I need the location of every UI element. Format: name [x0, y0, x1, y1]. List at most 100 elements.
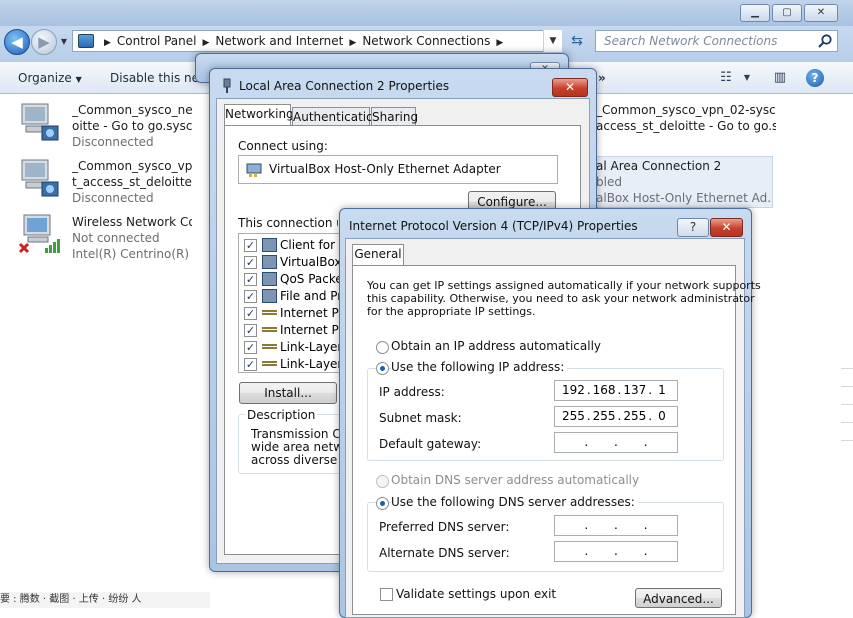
- component-row[interactable]: ✓ Link-Layer T: [244, 356, 344, 373]
- ip-octet[interactable]: 168: [593, 381, 616, 400]
- connection-name[interactable]: _Common_sysco_vpn_0: [72, 158, 192, 174]
- wireless-connection-icon[interactable]: [18, 212, 62, 256]
- network-connection-icon[interactable]: [18, 100, 62, 144]
- help-icon[interactable]: ?: [806, 69, 824, 87]
- use-following-ip-label[interactable]: Use the following IP address:: [391, 360, 568, 374]
- component-checkbox[interactable]: ✓: [244, 273, 257, 286]
- forward-button[interactable]: ▶: [31, 29, 57, 55]
- network-connection-icon[interactable]: [18, 156, 62, 200]
- component-row[interactable]: ✓ VirtualBox N: [244, 254, 344, 271]
- ip-octet[interactable]: [563, 516, 579, 535]
- tab-sharing[interactable]: Sharing: [371, 107, 418, 127]
- ip-octet[interactable]: [563, 542, 579, 561]
- recent-pages-chevron-icon[interactable]: ▼: [58, 36, 70, 48]
- components-label: This connection uses: [238, 216, 338, 230]
- tab-networking[interactable]: Networking: [224, 104, 294, 126]
- component-label: Link-Layer T: [280, 357, 342, 371]
- close-window-button[interactable]: ✕: [804, 4, 838, 22]
- obtain-ip-auto-radio[interactable]: [376, 341, 389, 354]
- breadcrumb-chevron-icon[interactable]: ▶: [349, 38, 356, 48]
- description-label: Description: [245, 408, 318, 422]
- breadcrumb-control-panel[interactable]: Control Panel: [117, 34, 197, 48]
- change-view-icon[interactable]: ☷: [717, 70, 735, 86]
- alternate-dns-input[interactable]: ...: [554, 541, 678, 562]
- lac-close-button[interactable]: ✕: [552, 78, 588, 97]
- advanced-button[interactable]: Advanced...: [635, 588, 722, 608]
- ipv4-close-button[interactable]: ✕: [710, 218, 743, 237]
- component-row[interactable]: ✓ Link-Layer T: [244, 339, 344, 356]
- obtain-ip-auto-label[interactable]: Obtain an IP address automatically: [391, 339, 601, 353]
- component-row[interactable]: ✓ Internet Prot: [244, 305, 344, 322]
- component-row[interactable]: ✓ File and Prin: [244, 288, 344, 305]
- view-dropdown-icon[interactable]: ▼: [738, 70, 756, 86]
- component-row[interactable]: ✓ QoS Packet: [244, 271, 344, 288]
- component-row[interactable]: ✓ Client for Mic: [244, 237, 344, 254]
- breadcrumb-network-and-internet[interactable]: Network and Internet: [215, 34, 343, 48]
- default-gateway-input[interactable]: ...: [554, 432, 678, 453]
- component-checkbox[interactable]: ✓: [244, 341, 257, 354]
- ip-octet[interactable]: 137: [623, 381, 646, 400]
- refresh-icon[interactable]: ⇆: [565, 30, 589, 52]
- breadcrumb-chevron-icon[interactable]: ▶: [496, 38, 503, 48]
- ip-octet[interactable]: [593, 516, 609, 535]
- more-commands-button[interactable]: »: [598, 62, 606, 94]
- validate-settings-label[interactable]: Validate settings upon exit: [396, 587, 556, 601]
- maximize-button[interactable]: ▢: [772, 4, 802, 22]
- address-bar[interactable]: ▶ Control Panel ▶ Network and Internet ▶ Netw…: [72, 30, 562, 52]
- component-checkbox[interactable]: ✓: [244, 324, 257, 337]
- breadcrumb-network-connections[interactable]: Network Connections: [362, 34, 490, 48]
- connection-name[interactable]: Wireless Network Conn: [72, 214, 192, 230]
- obtain-dns-auto-radio[interactable]: [376, 475, 389, 488]
- component-label: Internet Prot: [280, 306, 342, 320]
- component-row[interactable]: ✓ Internet Prot: [244, 322, 344, 339]
- tab-general[interactable]: General: [352, 244, 404, 266]
- ipv4-help-button[interactable]: ?: [677, 218, 709, 237]
- preferred-dns-input[interactable]: ...: [554, 515, 678, 536]
- ip-octet[interactable]: 255: [623, 407, 646, 426]
- minimize-button[interactable]: ▁: [740, 4, 770, 22]
- validate-settings-checkbox[interactable]: [380, 588, 393, 601]
- back-button[interactable]: ◀: [4, 29, 30, 55]
- component-checkbox[interactable]: ✓: [244, 358, 257, 371]
- ip-address-input[interactable]: 192. 168. 137. 1: [554, 380, 678, 401]
- breadcrumb-chevron-icon[interactable]: ▶: [203, 38, 210, 48]
- use-following-dns-radio[interactable]: [376, 497, 389, 510]
- subnet-mask-input[interactable]: 255. 255. 255. 0: [554, 406, 678, 427]
- component-checkbox[interactable]: ✓: [244, 307, 257, 320]
- obtain-dns-auto-label[interactable]: Obtain DNS server address automatically: [391, 473, 639, 487]
- connection-name[interactable]: al Area Connection 2: [596, 158, 772, 174]
- install-button[interactable]: Install...: [239, 382, 337, 404]
- search-input[interactable]: Search Network Connections: [595, 30, 838, 52]
- component-checkbox[interactable]: ✓: [244, 256, 257, 269]
- ip-octet[interactable]: 1: [654, 381, 670, 400]
- ip-octet[interactable]: 255: [593, 407, 616, 426]
- tab-authentication[interactable]: Authentication: [292, 107, 381, 127]
- ip-octet[interactable]: 255: [562, 407, 585, 426]
- ip-dot: .: [643, 544, 648, 558]
- use-following-ip-radio[interactable]: [376, 362, 389, 375]
- ip-octet[interactable]: [652, 516, 668, 535]
- ip-octet[interactable]: [652, 433, 668, 452]
- use-following-dns-label[interactable]: Use the following DNS server addresses:: [391, 495, 638, 509]
- ip-octet[interactable]: 192: [562, 381, 585, 400]
- ip-octet[interactable]: [652, 542, 668, 561]
- ip-dot: .: [648, 409, 653, 423]
- breadcrumb-chevron-icon[interactable]: ▶: [104, 38, 111, 48]
- organize-menu[interactable]: Organize ▼: [18, 62, 82, 94]
- address-dropdown-icon[interactable]: ▼: [543, 30, 562, 52]
- connection-status: Intel(R) Centrino(R) Ad: [72, 247, 192, 261]
- ip-octet[interactable]: [623, 433, 639, 452]
- ip-octet[interactable]: 0: [654, 407, 670, 426]
- component-label: Client for Mic: [280, 238, 342, 252]
- component-checkbox[interactable]: ✓: [244, 290, 257, 303]
- connection-name[interactable]: _Common_sysco_net_a: [72, 102, 192, 118]
- ip-octet[interactable]: [593, 433, 609, 452]
- component-checkbox[interactable]: ✓: [244, 239, 257, 252]
- ip-octet[interactable]: [623, 516, 639, 535]
- ip-octet[interactable]: [623, 542, 639, 561]
- preview-pane-icon[interactable]: ▥: [771, 70, 789, 86]
- connection-name[interactable]: _Common_sysco_vpn_02-sysco_ne: [596, 102, 776, 118]
- ip-octet[interactable]: [593, 542, 609, 561]
- search-icon[interactable]: [817, 33, 833, 49]
- ip-octet[interactable]: [563, 433, 579, 452]
